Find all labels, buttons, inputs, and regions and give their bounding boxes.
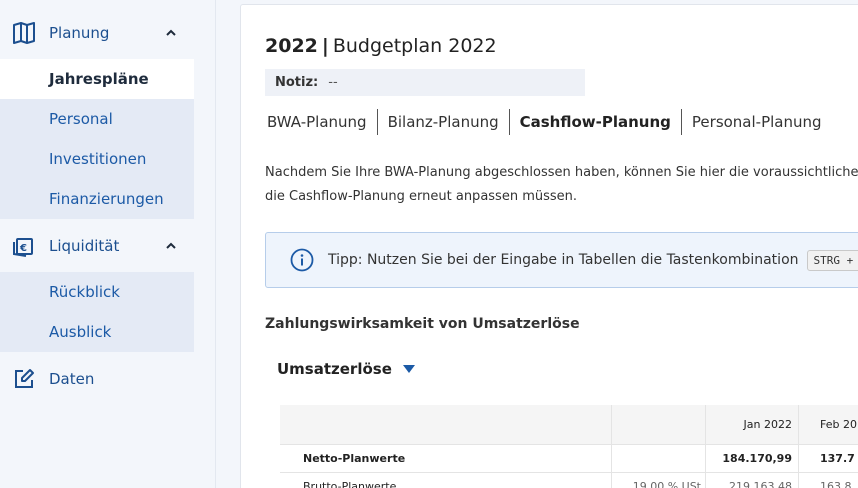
- table-row: Netto-Planwerte 184.170,99 137.7: [280, 445, 858, 473]
- table-row: Brutto-Planwerte 19,00 % USt 219.163,48 …: [280, 473, 858, 488]
- info-icon: [290, 248, 314, 272]
- table-cell[interactable]: 219.163,48: [706, 473, 799, 488]
- table-header-row: Jan 2022 Feb 20: [280, 405, 858, 445]
- chevron-up-icon[interactable]: [164, 26, 178, 40]
- dropdown-label: Umsatzerlöse: [277, 360, 392, 378]
- table-cell: Netto-Planwerte: [280, 445, 612, 472]
- tab-personal-planung[interactable]: Personal-Planung: [680, 109, 832, 135]
- table-cell: [612, 445, 706, 472]
- nav-section-label: Planung: [49, 24, 110, 42]
- nav-section-label: Liquidität: [49, 237, 120, 255]
- sidebar-item-finanzierungen[interactable]: Finanzierungen: [0, 179, 194, 219]
- notiz-value: --: [328, 75, 338, 90]
- sidebar-item-investitionen[interactable]: Investitionen: [0, 139, 194, 179]
- description-text: Nachdem Sie Ihre BWA-Planung abgeschloss…: [265, 161, 858, 209]
- tip-box: Tipp: Nutzen Sie bei der Eingabe in Tabe…: [265, 232, 858, 288]
- page-title-year: 2022: [265, 35, 318, 57]
- nav-section-planung[interactable]: Planung: [0, 13, 194, 53]
- planning-tabs: BWA-Planung Bilanz-Planung Cashflow-Plan…: [265, 109, 832, 135]
- page-title-text: Budgetplan 2022: [332, 35, 497, 57]
- table-header-cell: Feb 20: [820, 418, 857, 431]
- liquiditaet-submenu: Rückblick Ausblick: [0, 272, 194, 352]
- edit-icon: [12, 367, 36, 391]
- page-title: 2022 | Budgetplan 2022: [265, 35, 497, 57]
- umsatzerloese-dropdown[interactable]: Umsatzerlöse: [277, 360, 416, 378]
- cashflow-table: Jan 2022 Feb 20 Netto-Planwerte 184.170,…: [280, 405, 858, 488]
- keyboard-shortcut: STRG + EN: [806, 249, 858, 271]
- cash-register-icon: €: [12, 234, 36, 258]
- table-cell[interactable]: 163.8: [799, 473, 858, 488]
- tab-bilanz-planung[interactable]: Bilanz-Planung: [376, 109, 509, 135]
- table-header-cell: Jan 2022: [706, 405, 799, 444]
- nav-section-daten[interactable]: Daten: [0, 359, 194, 399]
- nav-section-label: Daten: [49, 370, 95, 388]
- table-cell[interactable]: 19,00 % USt: [612, 473, 706, 488]
- tab-bwa-planung[interactable]: BWA-Planung: [265, 109, 377, 135]
- section-title: Zahlungswirksamkeit von Umsatzerlöse: [265, 316, 580, 332]
- table-cell[interactable]: 184.170,99: [706, 445, 799, 472]
- table-cell: Brutto-Planwerte: [280, 473, 612, 488]
- chevron-up-icon[interactable]: [164, 239, 178, 253]
- notiz-field[interactable]: Notiz: --: [265, 69, 585, 96]
- table-cell[interactable]: 137.7: [799, 445, 858, 472]
- sidebar: Planung Jahrespläne Personal Investition…: [0, 0, 216, 488]
- description-line: die Cashflow-Planung erneut anpassen müs…: [265, 189, 578, 204]
- book-icon: [12, 21, 36, 45]
- sidebar-item-personal[interactable]: Personal: [0, 99, 194, 139]
- sidebar-item-jahresplaene[interactable]: Jahrespläne: [0, 59, 194, 99]
- planung-submenu: Jahrespläne Personal Investitionen Finan…: [0, 59, 194, 219]
- nav-section-liquiditaet[interactable]: € Liquidität: [0, 226, 194, 266]
- tip-text: Tipp: Nutzen Sie bei der Eingabe in Tabe…: [328, 252, 799, 268]
- notiz-label: Notiz:: [275, 75, 319, 90]
- title-separator: |: [321, 35, 329, 57]
- tab-cashflow-planung[interactable]: Cashflow-Planung: [508, 109, 681, 135]
- table-header-cell: [612, 405, 706, 444]
- sidebar-item-rueckblick[interactable]: Rückblick: [0, 272, 194, 312]
- caret-down-icon[interactable]: [402, 364, 416, 374]
- description-line: Nachdem Sie Ihre BWA-Planung abgeschloss…: [265, 165, 858, 180]
- svg-text:€: €: [19, 243, 27, 254]
- table-header-cell: [280, 405, 612, 444]
- sidebar-item-ausblick[interactable]: Ausblick: [0, 312, 194, 352]
